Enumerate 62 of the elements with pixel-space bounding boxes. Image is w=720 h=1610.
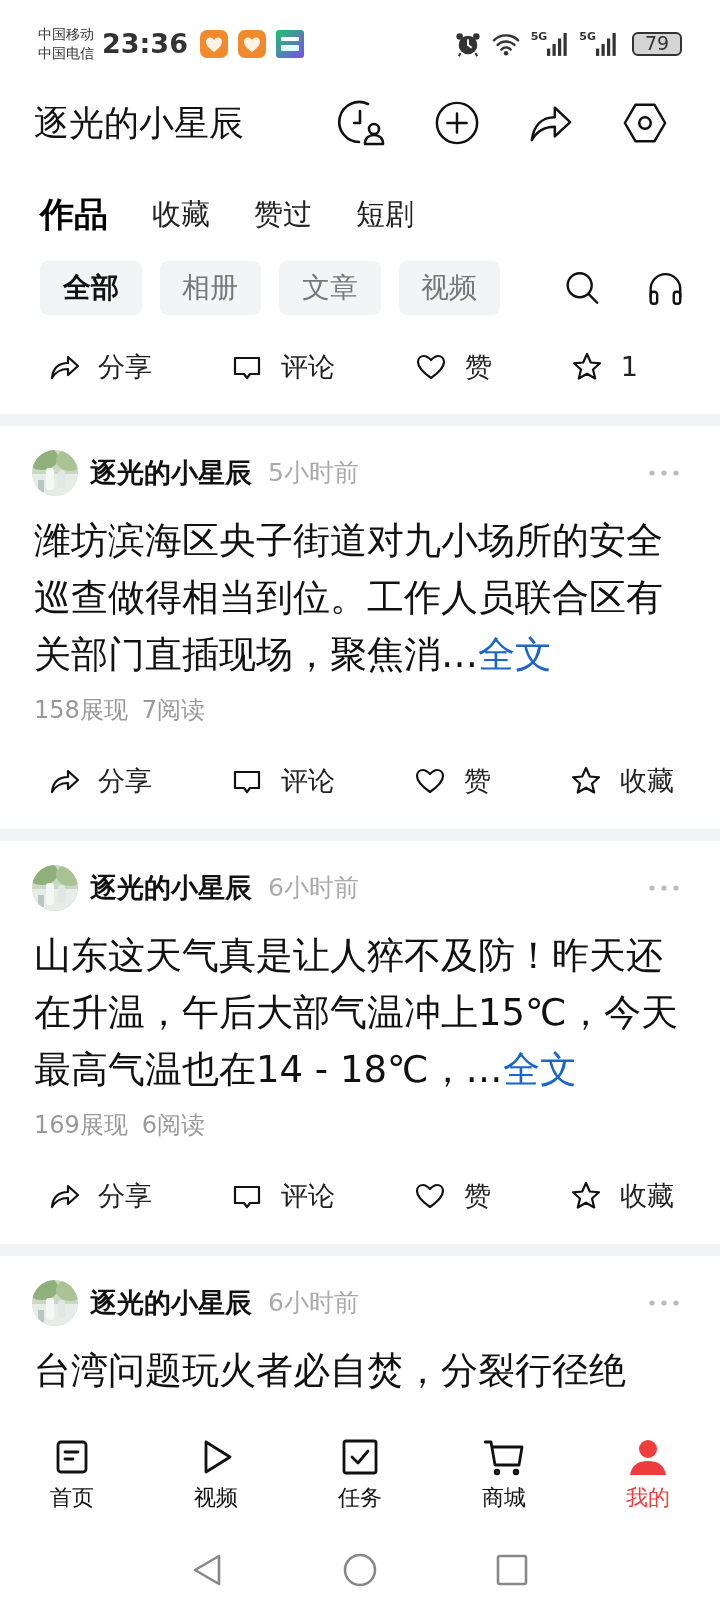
network-type: 5G: [579, 29, 596, 43]
action-comment-button[interactable]: 评论: [231, 348, 336, 385]
post-text: 山东这天气真是让人猝不及防！昨天还在升温，午后大部气温冲上15℃，今天最高气温也在14 - 18℃，…全文: [33, 932, 679, 1093]
alarm-icon: [454, 30, 481, 57]
action-comment-button[interactable]: 评论: [231, 762, 335, 799]
action-favorite-button[interactable]: 收藏: [570, 1177, 674, 1214]
author-name[interactable]: 逐光的小星辰: [90, 1284, 252, 1321]
nav-tab[interactable]: 我的: [626, 1437, 670, 1513]
profile-tab[interactable]: 短剧: [356, 194, 414, 235]
profile-tab[interactable]: 赞过: [254, 194, 312, 235]
nav-tab[interactable]: 首页: [50, 1437, 94, 1513]
signal-bars-icon: [547, 31, 570, 56]
clock-person-icon[interactable]: [338, 99, 386, 148]
impression-count: 158展现: [34, 694, 128, 726]
action-favorite-button[interactable]: 收藏: [570, 762, 674, 799]
full-text-link[interactable]: 全文: [502, 1047, 577, 1091]
battery-indicator: 79: [632, 31, 682, 56]
heart-app-icon: [199, 29, 228, 58]
recents-icon[interactable]: [495, 1553, 529, 1588]
post-time: 6小时前: [268, 1287, 359, 1319]
heart-app-icon: [237, 29, 266, 58]
author-name[interactable]: 逐光的小星辰: [90, 869, 252, 906]
profile-tab[interactable]: 收藏: [152, 194, 210, 235]
action-like-button[interactable]: 赞: [414, 1177, 491, 1214]
carrier-name: 中国移动: [38, 24, 94, 44]
post-text: 台湾问题玩火者必自焚，分裂行径绝: [33, 1347, 627, 1394]
read-count: 6阅读: [141, 1109, 206, 1141]
post-text: 潍坊滨海区央子街道对九小场所的安全巡查做得相当到位。工作人员联合区有关部门直插现场，聚焦消…全文: [33, 517, 664, 678]
author-name[interactable]: 逐光的小星辰: [90, 454, 252, 491]
action-favorite-button[interactable]: 1: [570, 350, 638, 383]
post-time: 5小时前: [268, 457, 359, 489]
carrier-name: 中国电信: [38, 43, 94, 63]
profile-title: 逐光的小星辰: [34, 101, 245, 145]
filter-chip[interactable]: 文章: [279, 261, 381, 316]
network-type: 5G: [530, 29, 548, 43]
post-time: 6小时前: [268, 872, 359, 904]
checkbox-icon: [340, 1437, 380, 1477]
action-share-button[interactable]: 分享: [48, 1177, 152, 1214]
home-button-icon[interactable]: [343, 1553, 377, 1588]
read-count: 7阅读: [141, 694, 206, 726]
signal-bars-icon: [596, 31, 618, 56]
person-icon: [628, 1437, 668, 1477]
nav-tab[interactable]: 任务: [338, 1437, 382, 1513]
action-comment-button[interactable]: 评论: [231, 1177, 335, 1214]
action-like-button[interactable]: 赞: [414, 762, 491, 799]
star-icon: [570, 764, 602, 797]
star-icon: [570, 350, 603, 383]
filter-chip[interactable]: 全部: [40, 261, 142, 316]
impression-count: 169展现: [34, 1109, 128, 1141]
profile-tab[interactable]: 作品: [40, 191, 108, 238]
filter-chip[interactable]: 相册: [159, 261, 262, 316]
full-text-link[interactable]: 全文: [478, 632, 552, 676]
nav-tab[interactable]: 商城: [482, 1437, 526, 1513]
star-icon: [570, 1179, 602, 1212]
add-icon[interactable]: [434, 100, 480, 147]
nav-tab[interactable]: 视频: [194, 1437, 238, 1513]
status-time: 23:36: [102, 28, 188, 60]
action-like-button[interactable]: 赞: [414, 348, 492, 385]
action-share-button[interactable]: 分享: [48, 762, 152, 799]
action-share-button[interactable]: 分享: [48, 348, 152, 385]
filter-chip[interactable]: 视频: [398, 261, 501, 316]
video-app-icon: [275, 29, 304, 58]
